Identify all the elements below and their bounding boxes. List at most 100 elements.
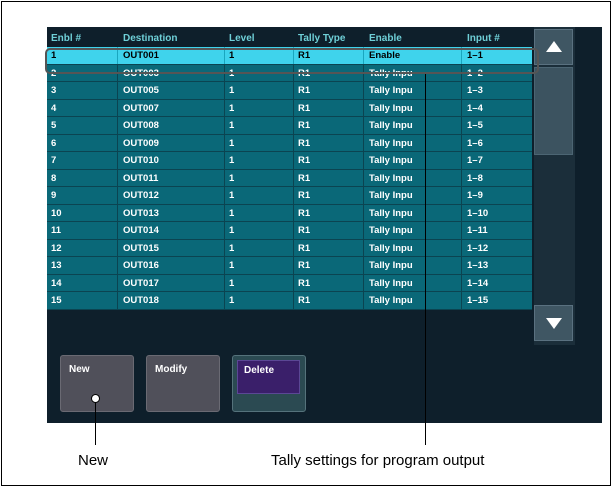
column-divider: [363, 169, 364, 186]
table-row[interactable]: 7 OUT010 1 R1 Tally Inpu 1–7: [47, 152, 532, 170]
cell-tally-type: R1: [298, 277, 311, 289]
cell-level: 1: [229, 225, 235, 236]
column-divider: [461, 257, 462, 274]
cell-tally-type: R1: [298, 207, 311, 219]
column-divider: [117, 169, 118, 186]
cell-enable: Tally Inpu: [369, 260, 413, 271]
cell-destination: OUT011: [123, 172, 159, 184]
scrollbar[interactable]: [534, 27, 575, 345]
column-divider: [363, 134, 364, 151]
cell-level: 1: [229, 207, 235, 219]
cell-enable: Tally Inpu: [369, 277, 413, 289]
delete-button[interactable]: Delete: [232, 355, 306, 412]
cell-level: 1: [229, 295, 235, 306]
cell-enbl: 6: [51, 137, 57, 149]
header-tally-type: Tally Type: [298, 33, 346, 44]
tally-settings-panel: Enbl # Destination Level Tally Type Enab…: [47, 27, 602, 423]
column-divider: [293, 187, 294, 204]
cell-level: 1: [229, 260, 235, 271]
cell-destination: OUT017: [123, 277, 159, 289]
column-divider: [224, 169, 225, 186]
column-divider: [293, 169, 294, 186]
column-divider: [224, 274, 225, 291]
cell-enable: Tally Inpu: [369, 172, 413, 184]
column-divider: [461, 239, 462, 256]
table-row[interactable]: 10 OUT013 1 R1 Tally Inpu 1–10: [47, 204, 532, 222]
column-divider: [363, 204, 364, 221]
triangle-down-icon: [546, 318, 562, 329]
column-divider: [293, 222, 294, 239]
table-row[interactable]: 15 OUT018 1 R1 Tally Inpu 1–15: [47, 292, 532, 310]
table-body: 1 OUT001 1 R1 Enable 1–1 2 OUT003 1 R1 Tally Inpu 1…: [47, 47, 532, 310]
cell-destination: OUT009: [123, 137, 159, 149]
modify-button-label: Modify: [155, 364, 188, 375]
cell-enable: Tally Inpu: [369, 120, 413, 131]
column-divider: [363, 117, 364, 134]
cell-level: 1: [229, 85, 235, 96]
column-divider: [293, 292, 294, 309]
modify-button[interactable]: Modify: [146, 355, 220, 412]
column-divider: [363, 257, 364, 274]
scroll-thumb[interactable]: [534, 67, 573, 155]
table-row[interactable]: 4 OUT007 1 R1 Tally Inpu 1–4: [47, 99, 532, 117]
selected-row-callout-outline: [45, 48, 539, 74]
cell-level: 1: [229, 155, 235, 166]
cell-enbl: 4: [51, 102, 57, 114]
cell-destination: OUT010: [123, 155, 159, 166]
cell-enable: Tally Inpu: [369, 102, 413, 114]
table-row[interactable]: 3 OUT005 1 R1 Tally Inpu 1–3: [47, 82, 532, 100]
cell-enable: Tally Inpu: [369, 295, 413, 306]
cell-level: 1: [229, 277, 235, 289]
column-divider: [224, 82, 225, 99]
column-divider: [117, 239, 118, 256]
cell-enable: Tally Inpu: [369, 207, 413, 219]
column-divider: [461, 117, 462, 134]
table-row[interactable]: 8 OUT011 1 R1 Tally Inpu 1–8: [47, 169, 532, 187]
scroll-down-button[interactable]: [534, 305, 573, 341]
column-divider: [363, 152, 364, 169]
cell-input: 1–5: [467, 120, 483, 131]
column-divider: [224, 99, 225, 116]
new-callout-dot: [91, 394, 100, 403]
new-button[interactable]: New: [60, 355, 134, 412]
cell-level: 1: [229, 120, 235, 131]
table-row[interactable]: 13 OUT016 1 R1 Tally Inpu 1–13: [47, 257, 532, 275]
column-divider: [363, 187, 364, 204]
table-row[interactable]: 5 OUT008 1 R1 Tally Inpu 1–5: [47, 117, 532, 135]
cell-tally-type: R1: [298, 172, 311, 184]
table-row[interactable]: 9 OUT012 1 R1 Tally Inpu 1–9: [47, 187, 532, 205]
cell-enbl: 8: [51, 172, 57, 184]
header-level: Level: [229, 33, 255, 44]
column-divider: [461, 187, 462, 204]
column-divider: [461, 99, 462, 116]
column-divider: [224, 187, 225, 204]
column-divider: [224, 152, 225, 169]
cell-input: 1–6: [467, 137, 483, 149]
cell-enbl: 15: [51, 295, 62, 306]
cell-destination: OUT012: [123, 190, 159, 201]
cell-tally-type: R1: [298, 85, 311, 96]
new-callout-line: [95, 403, 96, 445]
cell-tally-type: R1: [298, 242, 311, 254]
column-divider: [117, 152, 118, 169]
table-row[interactable]: 11 OUT014 1 R1 Tally Inpu 1–11: [47, 222, 532, 240]
column-divider: [293, 274, 294, 291]
table-row[interactable]: 12 OUT015 1 R1 Tally Inpu 1–12: [47, 239, 532, 257]
cell-enbl: 3: [51, 85, 57, 96]
scroll-up-button[interactable]: [534, 29, 573, 65]
header-destination: Destination: [123, 33, 178, 44]
tally-callout-line: [425, 74, 426, 445]
column-divider: [293, 204, 294, 221]
column-divider: [224, 204, 225, 221]
column-divider: [461, 82, 462, 99]
table-row[interactable]: 14 OUT017 1 R1 Tally Inpu 1–14: [47, 274, 532, 292]
column-divider: [461, 274, 462, 291]
cell-input: 1–9: [467, 190, 483, 201]
column-divider: [363, 222, 364, 239]
table-row[interactable]: 6 OUT009 1 R1 Tally Inpu 1–6: [47, 134, 532, 152]
cell-destination: OUT016: [123, 260, 159, 271]
cell-enbl: 5: [51, 120, 57, 131]
cell-enbl: 7: [51, 155, 57, 166]
cell-input: 1–15: [467, 295, 489, 306]
column-divider: [224, 222, 225, 239]
